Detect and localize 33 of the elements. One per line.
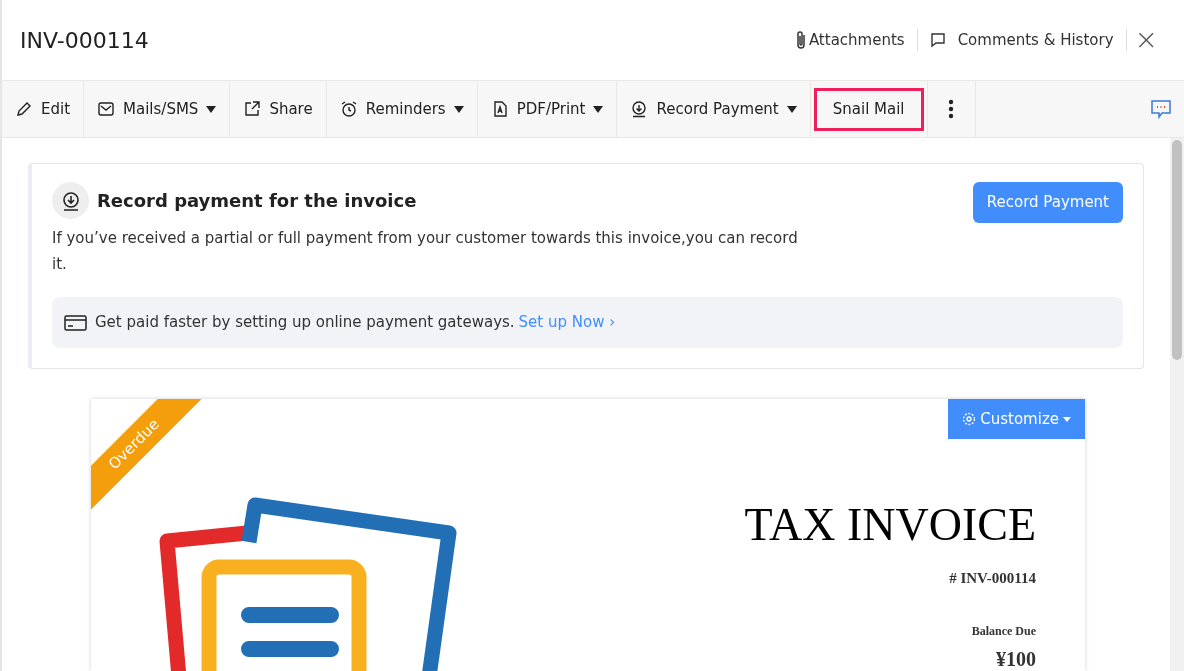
close-button[interactable]: × bbox=[1126, 26, 1166, 54]
toolbar-button[interactable]: PDF/Print bbox=[480, 87, 614, 131]
download-icon bbox=[630, 100, 649, 118]
balance-due-amount: ¥100 bbox=[996, 646, 1036, 671]
gear-icon bbox=[962, 412, 977, 426]
alarm-clock-icon bbox=[339, 100, 358, 118]
share-icon bbox=[243, 100, 262, 118]
comments-history-button[interactable]: Comments & History bbox=[917, 28, 1127, 52]
vertical-dots-icon bbox=[948, 99, 955, 119]
chat-button[interactable] bbox=[1150, 99, 1172, 119]
toolbar-button[interactable]: Reminders bbox=[329, 87, 474, 131]
envelope-icon bbox=[97, 100, 116, 118]
toolbar-button[interactable]: Share bbox=[233, 87, 323, 131]
toolbar-button[interactable]: Mails/SMS bbox=[87, 87, 227, 131]
caret-icon bbox=[1063, 416, 1071, 422]
download-icon bbox=[52, 182, 89, 219]
paperclip-icon bbox=[794, 30, 807, 50]
scrollbar[interactable] bbox=[1170, 138, 1184, 671]
invoice-number: # INV-000114 bbox=[949, 569, 1036, 588]
card-icon bbox=[64, 314, 87, 331]
banner-title: Record payment for the invoice bbox=[97, 189, 417, 213]
invoice-title: INV-000114 bbox=[20, 26, 149, 55]
tax-invoice-heading: TAX INVOICE bbox=[744, 498, 1036, 552]
toolbar-button[interactable]: Edit bbox=[5, 87, 81, 131]
gateway-text: Get paid faster by setting up online payment gateways. bbox=[95, 312, 515, 334]
balance-due-label: Balance Due bbox=[971, 622, 1036, 640]
chat-icon bbox=[1150, 99, 1172, 119]
attachments-button[interactable]: Attachments bbox=[794, 28, 918, 52]
banner-text: If you’ve received a partial or full payment from your customer towards this invoice,you can record it. bbox=[52, 228, 799, 275]
pencil-icon bbox=[15, 100, 33, 118]
speech-bubble-icon bbox=[929, 32, 946, 48]
toolbar-button[interactable]: Snail Mail bbox=[813, 87, 924, 131]
toolbar-button[interactable]: Record Payment bbox=[620, 87, 807, 131]
